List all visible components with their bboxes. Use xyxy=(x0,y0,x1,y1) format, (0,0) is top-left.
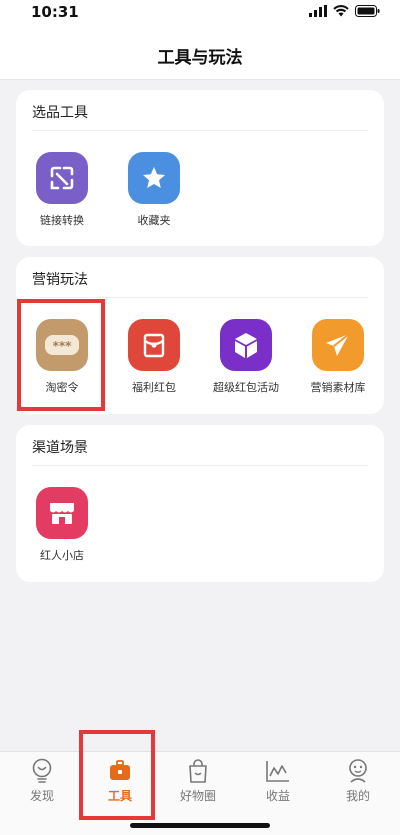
section-title-selection: 选品工具 xyxy=(32,105,88,121)
tab-label: 收益 xyxy=(265,789,290,803)
divider xyxy=(32,297,368,298)
wifi-icon xyxy=(333,5,349,17)
profile-icon xyxy=(318,758,398,784)
home-indicator xyxy=(130,823,270,828)
tool-label: 红人小店 xyxy=(40,549,84,562)
favorites-star-icon xyxy=(128,152,180,204)
divider xyxy=(32,130,368,131)
tab-label: 好物圈 xyxy=(179,789,216,803)
discover-bulb-icon xyxy=(2,758,82,784)
status-time: 10:31 xyxy=(31,3,79,21)
red-envelope-icon xyxy=(128,319,180,371)
tool-label: 福利红包 xyxy=(132,381,176,394)
tab-good-circle[interactable]: 好物圈 xyxy=(158,758,238,804)
shop-icon xyxy=(36,487,88,539)
tab-label: 发现 xyxy=(29,789,54,803)
tool-influencer-shop[interactable]: 红人小店 xyxy=(20,487,104,563)
page-title: 工具与玩法 xyxy=(157,48,243,68)
tool-super-red-envelope[interactable]: 超级红包活动 xyxy=(204,319,288,395)
status-bar: 10:31 xyxy=(0,0,400,26)
tool-label: 营销素材库 xyxy=(310,381,366,394)
battery-icon xyxy=(355,5,380,17)
link-convert-icon xyxy=(36,152,88,204)
nav-bar: 工具与玩法 xyxy=(0,26,400,80)
divider xyxy=(32,465,368,466)
section-title-marketing: 营销玩法 xyxy=(32,272,88,288)
highlight-box-tools-tab xyxy=(79,730,155,820)
tool-link-convert[interactable]: 链接转换 xyxy=(20,152,104,228)
section-title-channel: 渠道场景 xyxy=(32,440,88,456)
tab-mine[interactable]: 我的 xyxy=(318,758,398,804)
tool-material-library[interactable]: 营销素材库 xyxy=(296,319,380,395)
paper-plane-icon xyxy=(312,319,364,371)
earnings-chart-icon xyxy=(238,758,318,784)
tool-favorites[interactable]: 收藏夹 xyxy=(112,152,196,228)
tab-label: 我的 xyxy=(345,789,370,803)
tool-label: 链接转换 xyxy=(40,214,84,227)
highlight-box-password-token xyxy=(17,299,105,411)
tool-label: 超级红包活动 xyxy=(213,381,279,394)
tool-label: 收藏夹 xyxy=(137,214,171,227)
cube-icon xyxy=(220,319,272,371)
signal-icon xyxy=(309,5,327,17)
selection-tools-card: 选品工具 链接转换 收藏夹 xyxy=(16,90,384,246)
tool-red-envelope[interactable]: 福利红包 xyxy=(112,319,196,395)
channel-card: 渠道场景 红人小店 xyxy=(16,425,384,582)
tab-earnings[interactable]: 收益 xyxy=(238,758,318,804)
tab-discover[interactable]: 发现 xyxy=(2,758,82,804)
status-icons xyxy=(309,5,380,17)
shopping-bag-icon xyxy=(158,758,238,784)
